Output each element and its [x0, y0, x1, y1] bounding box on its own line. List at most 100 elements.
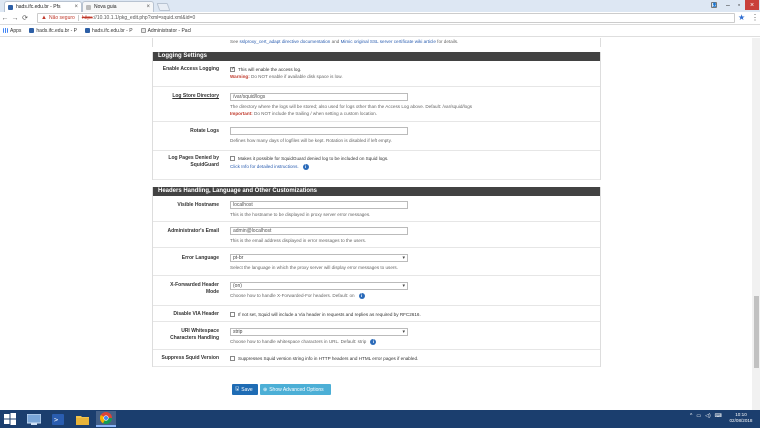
window-close-icon[interactable]: ×	[745, 0, 759, 10]
suppress-version-checkbox[interactable]	[230, 356, 235, 362]
x-forwarded-row: X-Forwarded Header Mode (on) ▾ Choose how …	[153, 276, 600, 306]
reload-icon[interactable]: ⟳	[20, 14, 30, 22]
help-text: The directory where the logs will be sto…	[230, 104, 473, 109]
squidguard-log-row: Log Pages Denied by SquidGuard Makes it p…	[153, 151, 600, 180]
access-logging-row: Enable Access Logging This will enable t…	[153, 61, 600, 87]
chrome-icon	[100, 412, 112, 424]
advanced-label: Show Advanced Options	[269, 386, 324, 393]
headers-handling-panel: Headers Handling, Language and Other Cus…	[152, 187, 601, 367]
field-label: Log Store Directory	[172, 93, 219, 99]
disable-via-row: Disable VIA Header If not set, Squid wil…	[153, 306, 600, 322]
close-icon[interactable]: ×	[146, 4, 150, 10]
bookmark-hads-2[interactable]: hads.ifc.edu.br - P	[84, 27, 133, 34]
chevron-down-icon: ▾	[402, 329, 405, 335]
important-label: Important:	[230, 111, 253, 116]
bookmarks-bar: Apps hads.ifc.edu.br - P hads.ifc.edu.br…	[0, 25, 760, 37]
bookmark-label: hads.ifc.edu.br - P	[91, 27, 133, 34]
browser-menu-icon[interactable]: ⋮	[751, 13, 759, 22]
field-label: URI Whitespace Characters Handling	[170, 328, 219, 341]
field-label: Rotate Logs	[190, 128, 219, 134]
browser-tab-bar: hads.ifc.edu.br - Pfs × Nova guia × 👤 – …	[0, 0, 760, 12]
windows-start-icon[interactable]	[3, 412, 17, 426]
field-label: Enable Access Logging	[162, 66, 219, 72]
field-label: Administrator's Email	[167, 228, 219, 234]
network-icon[interactable]: ▭	[696, 413, 701, 419]
chevron-down-icon: ▾	[402, 283, 405, 289]
disable-via-checkbox[interactable]	[230, 312, 235, 318]
pfsense-favicon-icon	[8, 4, 13, 10]
checkbox-text: Suppresses Squid version string info in …	[238, 356, 419, 361]
x-forwarded-select[interactable]: (on) ▾	[230, 282, 408, 290]
info-icon[interactable]: i	[370, 338, 377, 345]
squidguard-instructions-link[interactable]: Click Info for detailed instructions.	[230, 164, 299, 169]
tab-label: hads.ifc.edu.br - Pfs	[16, 4, 61, 10]
pfsense-favicon-icon	[84, 28, 90, 33]
bookmark-administrator[interactable]: Administrator - Pacl	[140, 28, 191, 34]
taskbar-file-explorer[interactable]	[72, 411, 92, 427]
mimic-ssl-wiki-link[interactable]: Mimic original SSL server certificate wi…	[341, 39, 436, 44]
enable-access-log-checkbox[interactable]	[230, 66, 235, 73]
rotate-logs-row: Rotate Logs Defines how many days of log…	[153, 122, 600, 151]
admin-email-input[interactable]: admin@localhost	[230, 227, 408, 235]
hostname-input[interactable]: localhost	[230, 201, 408, 209]
log-store-dir-row: Log Store Directory /var/squid/logs The …	[153, 87, 600, 122]
log-dir-input[interactable]: /var/squid/logs	[230, 93, 408, 101]
sslproxy-doc-link[interactable]: sslproxy_cert_adapt directive documentat…	[239, 39, 330, 44]
error-language-row: Error Language pt-br ▾ Select the languag…	[153, 248, 600, 276]
checkbox-text: This will enable the access log.	[238, 67, 302, 72]
bookmark-star-icon[interactable]: ★	[738, 13, 745, 22]
page-icon	[86, 4, 91, 10]
section-title: Headers Handling, Language and Other Cus…	[153, 187, 600, 196]
uri-whitespace-row: URI Whitespace Characters Handling strip ▾…	[153, 322, 600, 350]
info-icon[interactable]: i	[302, 163, 309, 170]
new-tab-button[interactable]	[156, 3, 171, 11]
squidguard-log-checkbox[interactable]	[230, 156, 235, 162]
save-disk-icon: 🖫	[235, 385, 240, 392]
bookmark-label: Apps	[10, 27, 22, 34]
address-bar[interactable]: ▲ Não seguro https ://10.10.1.1/pkg_edit…	[37, 13, 735, 23]
bookmark-apps[interactable]: Apps	[3, 28, 21, 34]
save-button[interactable]: 🖫 Save	[232, 384, 258, 395]
help-text: Select the language in which the proxy s…	[230, 265, 399, 270]
uri-whitespace-select[interactable]: strip ▾	[230, 328, 408, 336]
field-label: Disable VIA Header	[173, 311, 219, 317]
important-text: Do NOT include the trailing / when setti…	[252, 111, 377, 116]
taskbar-powershell[interactable]: >	[48, 411, 68, 427]
pfsense-favicon-icon	[29, 28, 35, 33]
close-icon[interactable]: ×	[74, 4, 78, 10]
selected-value: (on)	[233, 283, 242, 289]
help-text: Defines how many days of logfiles will b…	[230, 138, 392, 143]
browser-tab-pfsense[interactable]: hads.ifc.edu.br - Pfs ×	[4, 1, 82, 12]
error-language-select[interactable]: pt-br ▾	[230, 254, 408, 262]
warning-triangle-icon[interactable]: ▲	[41, 15, 47, 21]
warning-text: Do NOT enable if available disk space is…	[249, 74, 343, 79]
taskbar-server-manager[interactable]	[24, 411, 44, 427]
help-text: This is the hostname to be displayed in …	[230, 212, 371, 217]
chevron-down-icon: ▾	[402, 255, 405, 261]
info-icon[interactable]: i	[358, 292, 365, 299]
visible-hostname-row: Visible Hostname localhost This is the h…	[153, 196, 600, 222]
rotate-logs-input[interactable]	[230, 127, 408, 135]
maximize-icon[interactable]: ▫	[733, 0, 745, 10]
chevron-up-icon[interactable]: ^	[690, 413, 692, 419]
scrollbar-thumb[interactable]	[754, 296, 759, 368]
back-arrow-icon[interactable]: ←	[0, 15, 10, 22]
selected-value: strip	[233, 329, 243, 335]
admin-email-row: Administrator's Email admin@localhost Th…	[153, 222, 600, 248]
user-profile-icon[interactable]: 👤	[711, 2, 717, 8]
keyboard-icon[interactable]: ⌨	[715, 413, 722, 419]
save-label: Save	[241, 386, 253, 393]
security-status[interactable]: Não seguro	[49, 15, 75, 21]
url-scheme: https	[81, 15, 93, 21]
folder-icon	[75, 415, 89, 425]
browser-tab-new[interactable]: Nova guia ×	[82, 1, 154, 12]
taskbar-chrome[interactable]	[96, 411, 116, 427]
url-path: ://10.10.1.1/pkg_edit.php?xml=squid.xml&…	[92, 15, 196, 21]
bookmark-hads-1[interactable]: hads.ifc.edu.br - P	[29, 28, 77, 34]
taskbar-clock[interactable]: 10:10 02/08/2018	[726, 412, 756, 424]
powershell-icon: >	[52, 413, 64, 425]
apps-grid-icon	[3, 28, 8, 33]
volume-icon[interactable]: ◁)	[705, 413, 711, 419]
forward-arrow-icon[interactable]: →	[10, 15, 20, 22]
show-advanced-options-button[interactable]: ⊕ Show Advanced Options	[260, 384, 331, 395]
